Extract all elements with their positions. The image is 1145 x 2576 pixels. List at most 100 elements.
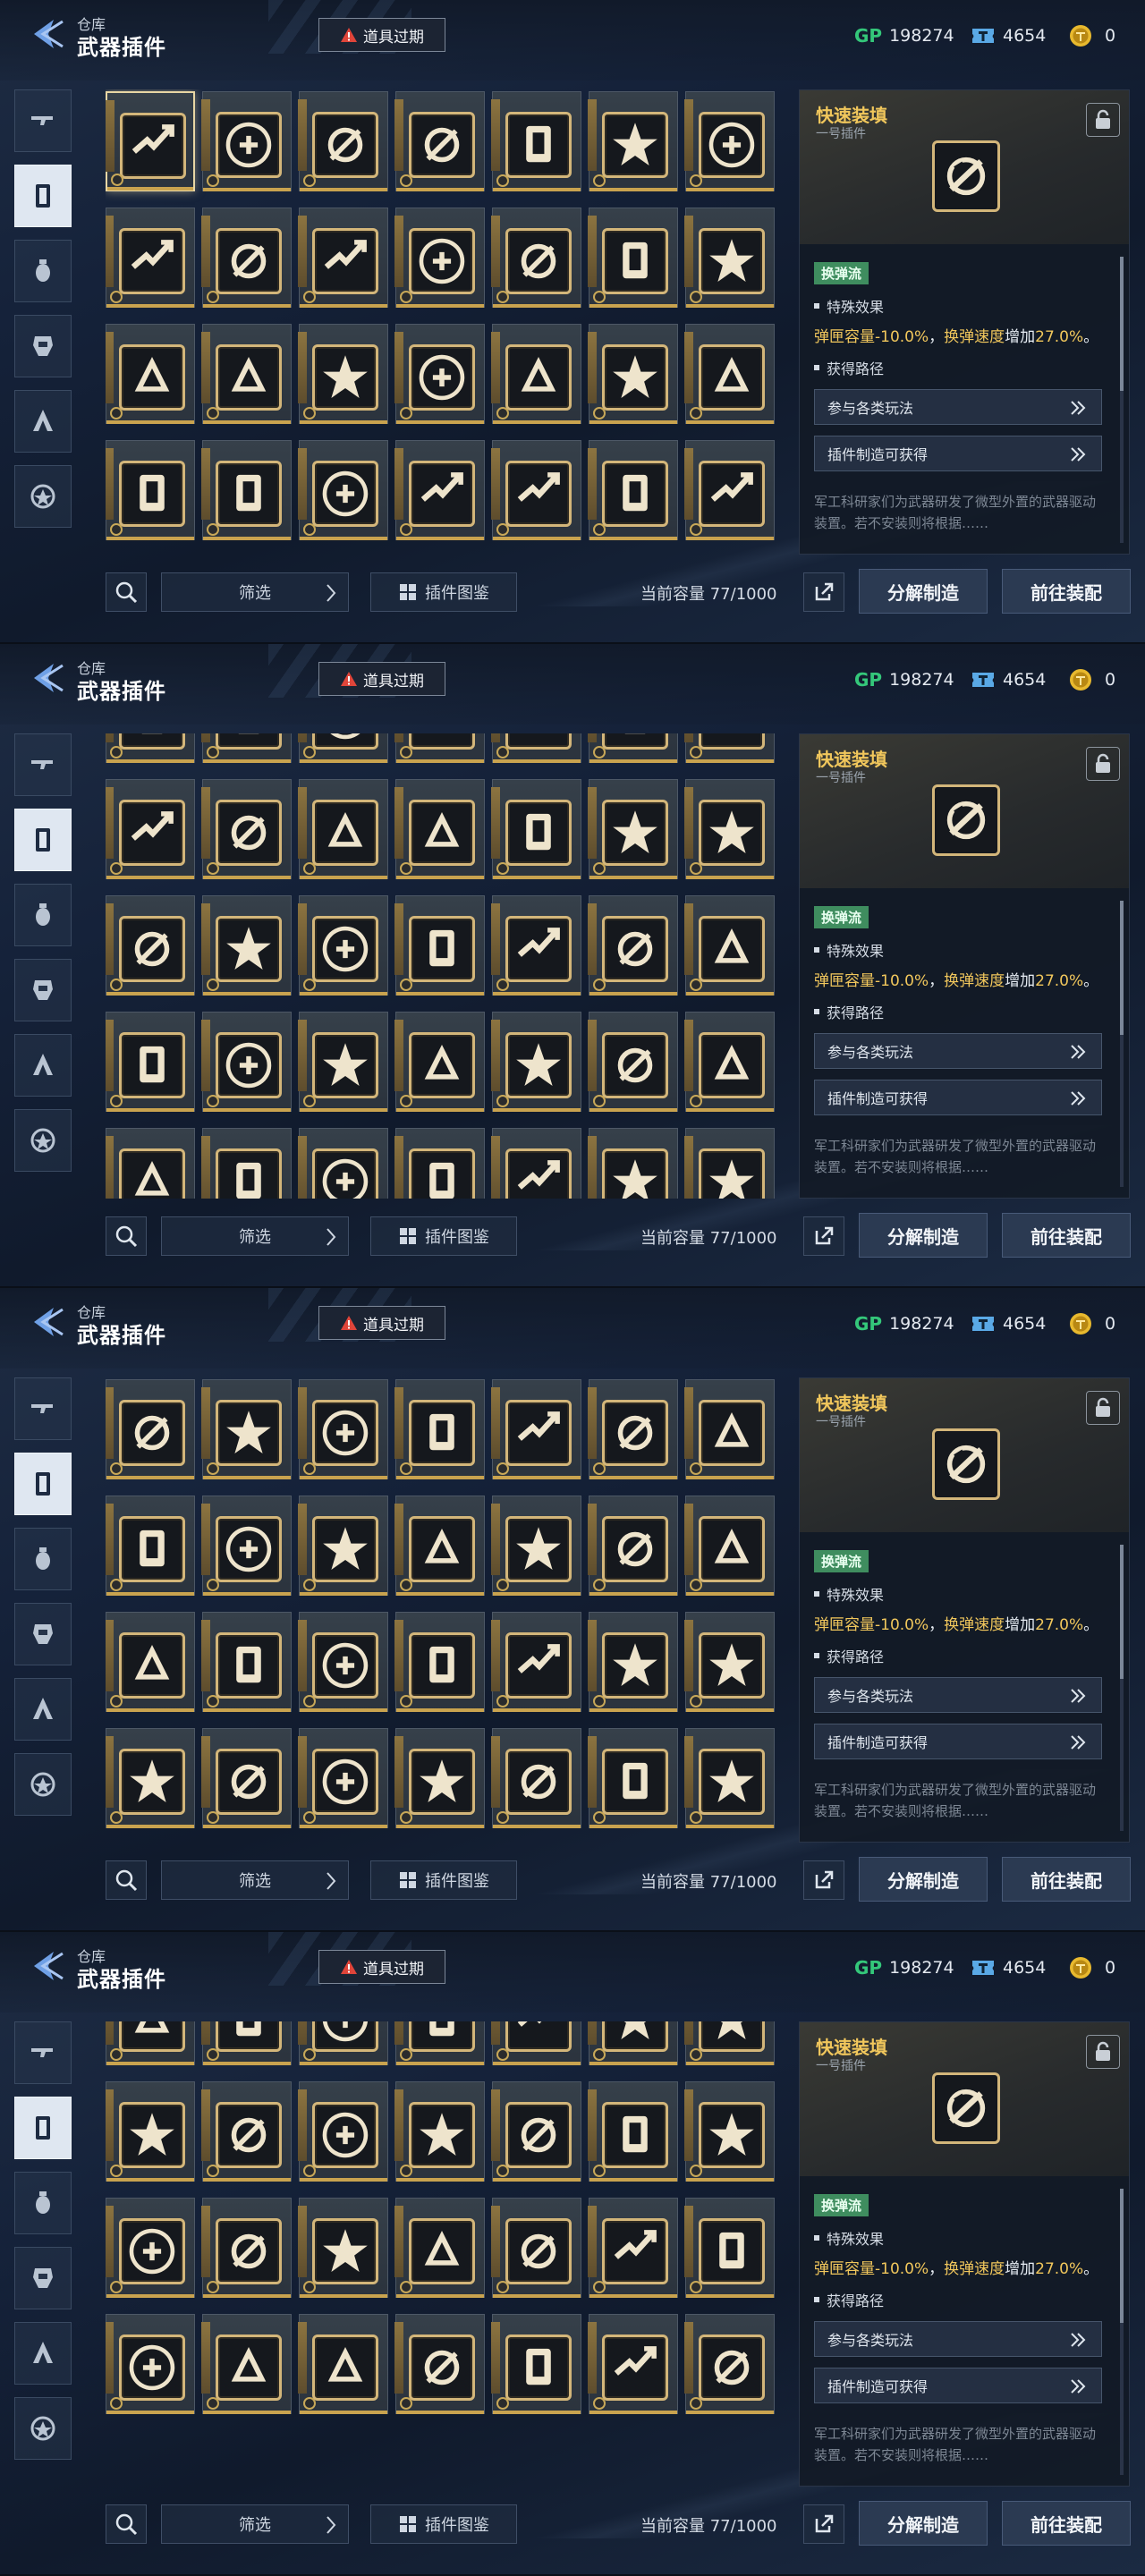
- search-button[interactable]: [106, 1216, 147, 1256]
- back-button[interactable]: [27, 1948, 66, 1984]
- plugin-slot[interactable]: [394, 1379, 485, 1479]
- share-button[interactable]: [803, 1860, 844, 1900]
- plugin-slot[interactable]: [684, 1379, 775, 1479]
- disassemble-button[interactable]: 分解制造: [859, 1857, 988, 1902]
- category-tab-plugin[interactable]: [14, 809, 72, 871]
- lock-button[interactable]: [1086, 747, 1120, 781]
- expired-items-button[interactable]: 道具过期: [318, 18, 445, 52]
- expired-items-button[interactable]: 道具过期: [318, 662, 445, 696]
- plugin-slot[interactable]: [201, 2198, 292, 2298]
- filter-button[interactable]: 筛选: [161, 1860, 349, 1900]
- category-tab-armor[interactable]: [14, 2247, 72, 2309]
- plugin-slot[interactable]: [684, 1728, 775, 1828]
- plugin-slot[interactable]: [588, 1128, 678, 1199]
- expired-items-button[interactable]: 道具过期: [318, 1306, 445, 1340]
- plugin-slot[interactable]: [298, 733, 388, 764]
- plugin-slot[interactable]: [684, 324, 775, 424]
- filter-button[interactable]: 筛选: [161, 1216, 349, 1256]
- search-button[interactable]: [106, 1860, 147, 1900]
- plugin-slot[interactable]: [106, 2081, 195, 2182]
- plugin-slot[interactable]: [491, 1379, 581, 1479]
- disassemble-button[interactable]: 分解制造: [859, 569, 988, 614]
- plugin-slot[interactable]: [298, 2081, 388, 2182]
- plugin-slot[interactable]: [491, 2081, 581, 2182]
- plugin-slot[interactable]: [201, 1379, 292, 1479]
- plugin-slot[interactable]: [394, 1128, 485, 1199]
- route-gameplay-button[interactable]: 参与各类玩法: [814, 2321, 1102, 2357]
- equip-button[interactable]: 前往装配: [1002, 1857, 1131, 1902]
- plugin-slot[interactable]: [394, 208, 485, 308]
- plugin-slot[interactable]: [201, 324, 292, 424]
- category-tab-character[interactable]: [14, 390, 72, 453]
- plugin-slot[interactable]: [394, 324, 485, 424]
- plugin-slot[interactable]: [201, 895, 292, 996]
- plugin-slot[interactable]: [491, 1496, 581, 1596]
- plugin-slot[interactable]: [106, 1612, 195, 1712]
- plugin-slot[interactable]: [106, 1379, 195, 1479]
- plugin-slot[interactable]: [588, 1612, 678, 1712]
- plugin-slot[interactable]: [201, 2314, 292, 2414]
- plugin-slot[interactable]: [298, 440, 388, 540]
- filter-button[interactable]: 筛选: [161, 2504, 349, 2544]
- route-crafting-button[interactable]: 插件制造可获得: [814, 1724, 1102, 1759]
- category-tab-plugin[interactable]: [14, 2097, 72, 2159]
- plugin-slot[interactable]: [394, 1012, 485, 1113]
- plugin-slot[interactable]: [491, 208, 581, 308]
- plugin-slot[interactable]: [491, 1728, 581, 1828]
- plugin-slot[interactable]: [106, 895, 195, 996]
- plugin-slot[interactable]: [684, 1128, 775, 1199]
- plugin-slot[interactable]: [684, 208, 775, 308]
- plugin-slot[interactable]: [394, 2081, 485, 2182]
- lock-button[interactable]: [1086, 103, 1120, 137]
- plugin-slot[interactable]: [588, 1728, 678, 1828]
- search-button[interactable]: [106, 572, 147, 612]
- plugin-slot[interactable]: [491, 91, 581, 191]
- category-tab-grenade[interactable]: [14, 884, 72, 946]
- plugin-slot[interactable]: [201, 1612, 292, 1712]
- back-button[interactable]: [27, 660, 66, 696]
- plugin-slot[interactable]: [298, 1496, 388, 1596]
- plugin-atlas-button[interactable]: 插件图鉴: [370, 1860, 517, 1900]
- plugin-slot[interactable]: [588, 1496, 678, 1596]
- plugin-slot[interactable]: [588, 2021, 678, 2065]
- plugin-slot[interactable]: [588, 733, 678, 764]
- plugin-slot[interactable]: [298, 2198, 388, 2298]
- plugin-slot[interactable]: [106, 2314, 195, 2414]
- plugin-slot[interactable]: [588, 2198, 678, 2298]
- plugin-slot[interactable]: [684, 2081, 775, 2182]
- plugin-slot[interactable]: [684, 895, 775, 996]
- plugin-slot[interactable]: [106, 440, 195, 540]
- plugin-slot[interactable]: [298, 895, 388, 996]
- plugin-slot[interactable]: [491, 733, 581, 764]
- plugin-slot[interactable]: [491, 440, 581, 540]
- detail-scrollbar[interactable]: [1120, 257, 1124, 543]
- plugin-slot[interactable]: [491, 2198, 581, 2298]
- category-tab-badge[interactable]: [14, 1753, 72, 1816]
- category-tab-gun[interactable]: [14, 1377, 72, 1440]
- plugin-slot[interactable]: [588, 895, 678, 996]
- plugin-slot[interactable]: [684, 2021, 775, 2065]
- plugin-slot[interactable]: [106, 2021, 195, 2065]
- plugin-slot[interactable]: [394, 91, 485, 191]
- category-tab-character[interactable]: [14, 1678, 72, 1741]
- plugin-slot[interactable]: [106, 1012, 195, 1113]
- plugin-slot[interactable]: [201, 1128, 292, 1199]
- plugin-slot[interactable]: [491, 1128, 581, 1199]
- category-tab-character[interactable]: [14, 1034, 72, 1097]
- plugin-slot[interactable]: [298, 324, 388, 424]
- plugin-slot[interactable]: [201, 91, 292, 191]
- plugin-slot[interactable]: [298, 1379, 388, 1479]
- plugin-slot[interactable]: [394, 1728, 485, 1828]
- back-button[interactable]: [27, 1304, 66, 1340]
- detail-scrollbar[interactable]: [1120, 901, 1124, 1187]
- category-tab-plugin[interactable]: [14, 165, 72, 227]
- plugin-slot[interactable]: [588, 1379, 678, 1479]
- plugin-slot[interactable]: [394, 895, 485, 996]
- category-tab-badge[interactable]: [14, 1109, 72, 1172]
- disassemble-button[interactable]: 分解制造: [859, 1213, 988, 1258]
- category-tab-grenade[interactable]: [14, 1528, 72, 1590]
- plugin-slot[interactable]: [684, 733, 775, 764]
- category-tab-badge[interactable]: [14, 465, 72, 528]
- plugin-slot[interactable]: [588, 324, 678, 424]
- plugin-slot[interactable]: [201, 1012, 292, 1113]
